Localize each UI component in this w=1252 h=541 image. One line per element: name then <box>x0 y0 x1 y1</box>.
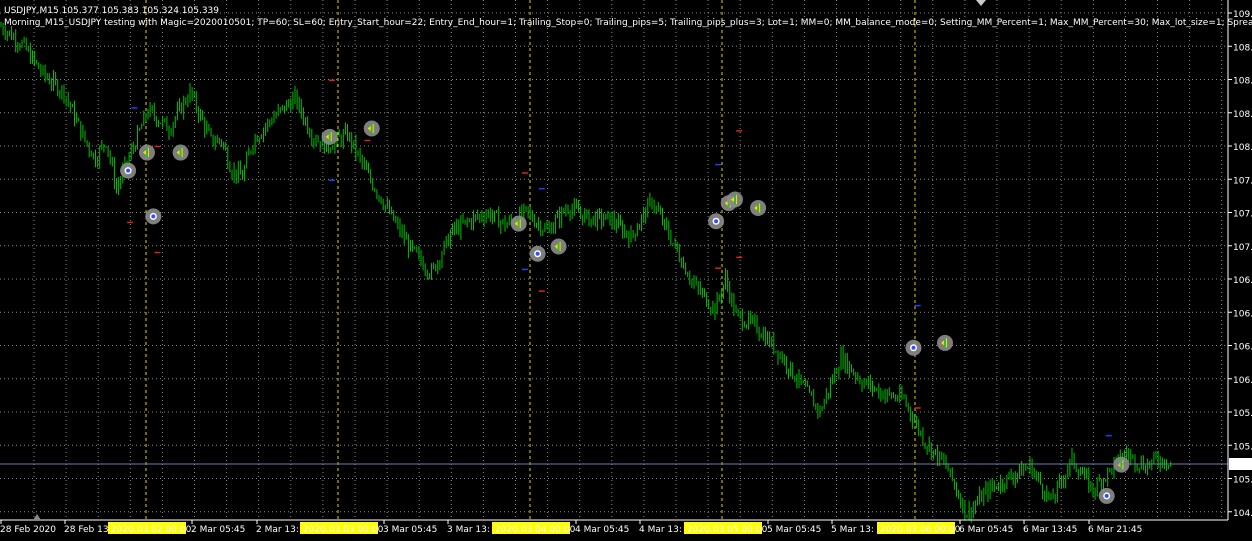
marker-bar <box>1120 459 1123 470</box>
sell-arrow-icon[interactable] <box>1113 456 1130 473</box>
marker-bar <box>517 218 520 229</box>
y-tick-label: 108. <box>1233 43 1252 53</box>
marker-bar <box>944 337 946 348</box>
highlighted-date: 2020.03.02 00:00 <box>108 522 192 535</box>
date-highlight-text: 2020.03.06 00:00 <box>880 525 961 535</box>
y-tick-label: 107. <box>1233 210 1252 220</box>
buy-arrow-icon[interactable] <box>120 162 137 179</box>
y-tick-label: 105. <box>1233 442 1252 452</box>
y-tick-label: 105. <box>1233 476 1252 486</box>
x-tick-label: 6 Mar 05:45 <box>959 525 1013 535</box>
marker-bar <box>146 147 148 158</box>
highlighted-date: 2020.03.05 00:00 <box>684 522 768 535</box>
date-highlight-text: 2020.03.04 00:00 <box>495 525 576 535</box>
x-tick-label: 2 Mar 13: <box>256 525 299 535</box>
buy-arrow-icon[interactable] <box>145 208 162 225</box>
buy-arrow-icon[interactable] <box>1098 487 1115 504</box>
highlighted-date: 2020.03.04 00:00 <box>492 522 576 535</box>
y-tick-label: 106. <box>1233 376 1252 386</box>
y-tick-label: 108. <box>1233 110 1252 120</box>
y-tick-label: 107. <box>1233 176 1252 186</box>
marker-bar <box>734 194 736 205</box>
marker-dot <box>714 219 719 224</box>
x-tick-label: 4 Mar 05:45 <box>575 525 629 535</box>
sell-arrow-icon[interactable] <box>172 144 189 161</box>
price-tag-text: 105.3 <box>1231 461 1252 471</box>
marker-dot <box>911 345 916 350</box>
marker-bar <box>370 123 373 134</box>
y-tick-label: 106. <box>1233 343 1252 353</box>
x-tick-label: 28 Feb 13 <box>64 525 109 535</box>
sell-arrow-icon[interactable] <box>937 334 953 351</box>
marker-dot <box>151 214 156 219</box>
sell-arrow-icon[interactable] <box>727 191 743 208</box>
sell-arrow-icon[interactable] <box>750 199 767 216</box>
marker-dot <box>1104 493 1109 498</box>
highlighted-date: 2020.03.06 00:00 <box>877 522 961 535</box>
y-tick-label: 104. <box>1233 509 1252 519</box>
y-tick-label: 108. <box>1233 77 1252 87</box>
x-tick-label: 28 Feb 2020 <box>0 525 56 535</box>
marker-dot <box>126 168 131 173</box>
x-tick-label: 5 Mar 13: <box>831 525 874 535</box>
symbol-quote-line: USDJPY,M15 105.377 105.383 105.324 105.3… <box>4 6 219 16</box>
buy-arrow-icon[interactable] <box>905 339 922 356</box>
sell-arrow-icon[interactable] <box>363 120 380 137</box>
trading-chart[interactable]: 109. 108. 108. 108. 108. 107. 107. 107. 106. 106.… <box>0 0 1252 541</box>
x-tick-label: 4 Mar 13: <box>639 525 682 535</box>
marker-bar <box>557 241 560 252</box>
buy-arrow-icon[interactable] <box>529 245 546 262</box>
y-tick-label: 106. <box>1233 276 1252 286</box>
x-tick-label: 6 Mar 13:45 <box>1023 525 1077 535</box>
chart-svg[interactable]: 109.108.108.108.108.107.107.107.106.106.… <box>0 0 1252 541</box>
highlighted-date: 2020.03.03 00:00 <box>300 522 384 535</box>
sell-arrow-icon[interactable] <box>321 128 338 145</box>
x-tick-label: 2 Mar 05:45 <box>191 525 245 535</box>
chart-background <box>0 0 1252 541</box>
date-highlight-text: 2020.03.02 00:00 <box>111 525 192 535</box>
date-highlight-text: 2020.03.03 00:00 <box>303 525 384 535</box>
tester-parameters-line: Morning_M15_USDJPY testing with Magic=20… <box>4 18 1252 28</box>
x-tick-label: 3 Mar 13: <box>447 525 490 535</box>
y-tick-label: 106. <box>1233 309 1252 319</box>
x-tick-label: 6 Mar 21:45 <box>1088 525 1142 535</box>
sell-arrow-icon[interactable] <box>510 215 527 232</box>
x-tick-label: 5 Mar 05:45 <box>767 525 821 535</box>
current-price-tag: 105.3 <box>1229 458 1252 471</box>
buy-arrow-icon[interactable] <box>708 213 725 230</box>
marker-bar <box>179 147 182 158</box>
x-tick-label: 3 Mar 05:45 <box>383 525 437 535</box>
y-tick-label: 107. <box>1233 243 1252 253</box>
date-highlight-text: 2020.03.05 00:00 <box>687 525 768 535</box>
sell-arrow-icon[interactable] <box>550 238 567 255</box>
sell-arrow-icon[interactable] <box>139 144 155 161</box>
marker-bar <box>328 131 331 142</box>
marker-dot <box>535 251 540 256</box>
marker-bar <box>757 202 760 213</box>
y-tick-label: 108. <box>1233 143 1252 153</box>
y-tick-label: 105. <box>1233 409 1252 419</box>
